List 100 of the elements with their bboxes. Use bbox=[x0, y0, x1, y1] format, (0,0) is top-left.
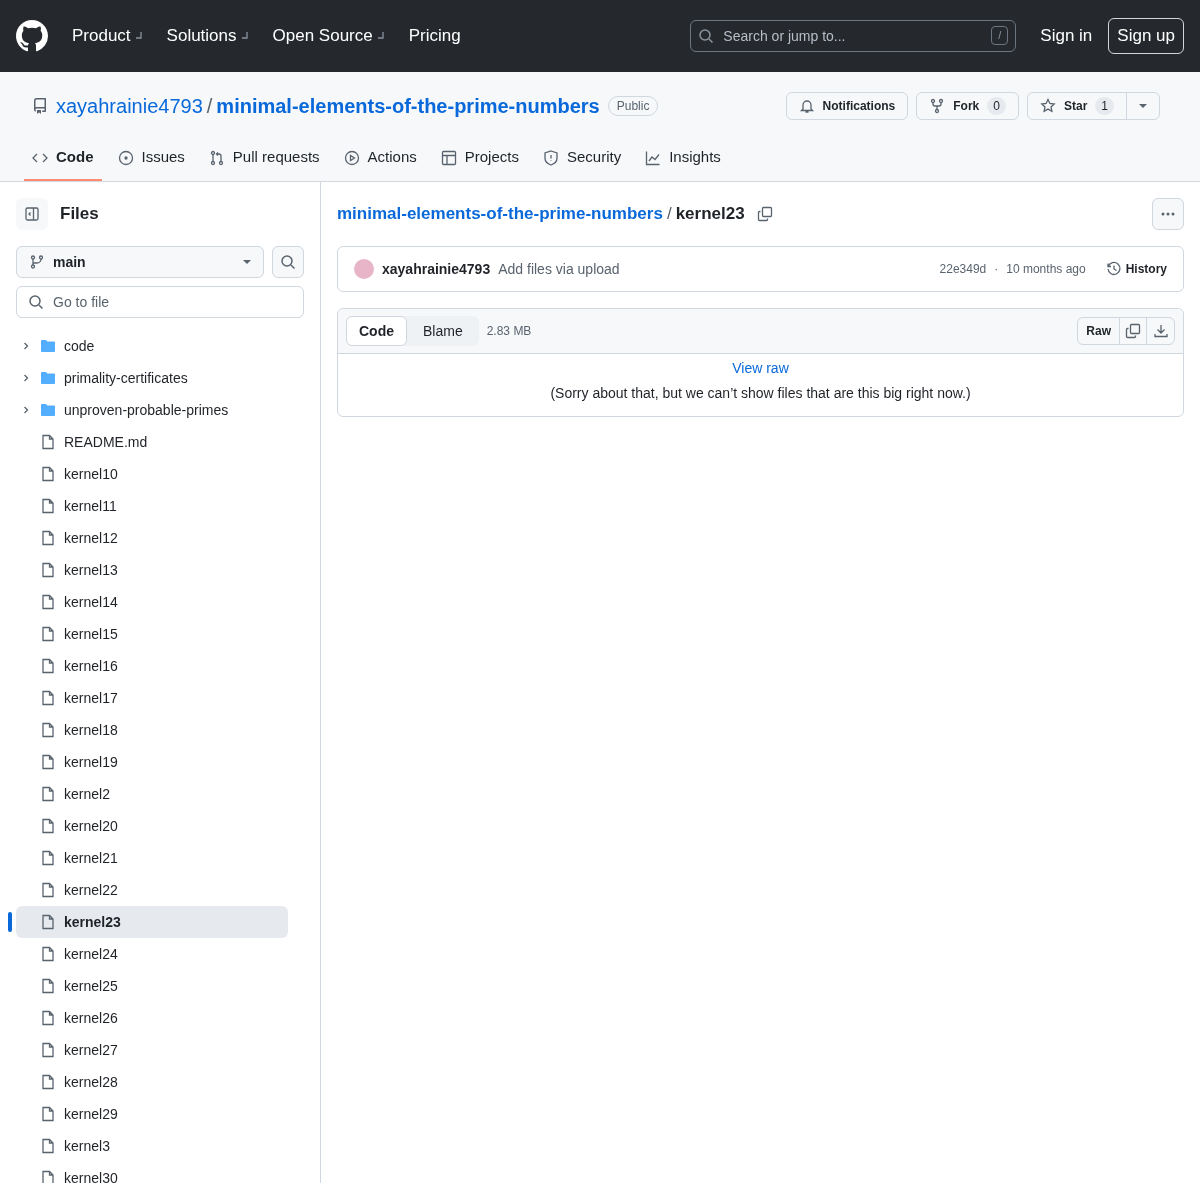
view-tab[interactable]: Blame bbox=[407, 316, 479, 346]
sidebar-icon bbox=[24, 206, 40, 222]
file-icon bbox=[40, 978, 56, 994]
file-icon bbox=[40, 882, 56, 898]
file-item[interactable]: kernel22 bbox=[16, 874, 288, 906]
copy-icon bbox=[1125, 323, 1141, 339]
github-logo-icon[interactable] bbox=[16, 20, 48, 52]
sign-up-button[interactable]: Sign up bbox=[1108, 18, 1184, 54]
folder-icon bbox=[40, 338, 56, 354]
file-icon bbox=[40, 1106, 56, 1122]
file-item[interactable]: kernel18 bbox=[16, 714, 288, 746]
issue-icon bbox=[117, 149, 134, 166]
file-item[interactable]: README.md bbox=[16, 426, 288, 458]
repo-tab[interactable]: Pull requests bbox=[200, 136, 328, 181]
file-item[interactable]: kernel13 bbox=[16, 554, 288, 586]
file-icon bbox=[40, 1170, 56, 1183]
nav-menu-item[interactable]: Product bbox=[72, 23, 143, 49]
shortcut-key: / bbox=[991, 26, 1009, 45]
file-icon bbox=[40, 498, 56, 514]
fork-button[interactable]: Fork 0 bbox=[916, 92, 1019, 120]
file-item[interactable]: kernel11 bbox=[16, 490, 288, 522]
caret-icon bbox=[243, 260, 251, 264]
path-separator: / bbox=[666, 203, 672, 226]
file-item[interactable]: kernel14 bbox=[16, 586, 288, 618]
folder-item[interactable]: primality-certificates bbox=[16, 362, 288, 394]
notifications-button[interactable]: Notifications bbox=[785, 92, 909, 120]
file-item[interactable]: kernel23 bbox=[16, 906, 288, 938]
table-icon bbox=[440, 149, 457, 166]
file-item[interactable]: kernel17 bbox=[16, 682, 288, 714]
file-item[interactable]: kernel19 bbox=[16, 746, 288, 778]
graph-icon bbox=[645, 149, 662, 166]
file-icon bbox=[40, 1042, 56, 1058]
file-icon bbox=[40, 850, 56, 866]
commit-sha-link[interactable]: 22e349d bbox=[939, 260, 987, 278]
breadcrumb-repo-link[interactable]: minimal-elements-of-the-prime-numbers bbox=[337, 201, 663, 227]
file-item[interactable]: kernel28 bbox=[16, 1066, 288, 1098]
shield-icon bbox=[542, 149, 559, 166]
file-name: kernel23 bbox=[675, 203, 745, 226]
file-item[interactable]: kernel25 bbox=[16, 970, 288, 1002]
file-size: 2.83 MB bbox=[486, 323, 532, 340]
view-raw-link[interactable]: View raw bbox=[732, 358, 789, 379]
commit-message-link[interactable]: Add files via upload bbox=[498, 258, 620, 280]
file-icon bbox=[40, 786, 56, 802]
branch-selector[interactable]: main bbox=[16, 246, 264, 278]
file-item[interactable]: kernel26 bbox=[16, 1002, 288, 1034]
file-item[interactable]: kernel15 bbox=[16, 618, 288, 650]
file-icon bbox=[40, 946, 56, 962]
file-item[interactable]: kernel16 bbox=[16, 650, 288, 682]
repo-tab[interactable]: Issues bbox=[109, 136, 193, 181]
file-item[interactable]: kernel2 bbox=[16, 778, 288, 810]
history-button[interactable]: History bbox=[1105, 260, 1167, 278]
file-icon bbox=[40, 658, 56, 674]
file-item[interactable]: kernel29 bbox=[16, 1098, 288, 1130]
file-item[interactable]: kernel10 bbox=[16, 458, 288, 490]
star-icon bbox=[1039, 98, 1056, 114]
view-tab[interactable]: Code bbox=[346, 316, 407, 346]
separator-dot: · bbox=[994, 261, 999, 278]
file-item[interactable]: kernel21 bbox=[16, 842, 288, 874]
collapse-sidebar-button[interactable] bbox=[16, 198, 48, 230]
path-separator: / bbox=[206, 94, 213, 119]
nav-menu-item[interactable]: Solutions bbox=[166, 23, 249, 49]
file-item[interactable]: kernel12 bbox=[16, 522, 288, 554]
owner-link[interactable]: xayahrainie4793 bbox=[56, 91, 203, 121]
nav-menu-item[interactable]: Pricing bbox=[408, 23, 461, 49]
nav-menu-item[interactable]: Open Source bbox=[272, 23, 385, 49]
repo-tab[interactable]: Actions bbox=[335, 136, 425, 181]
search-icon bbox=[28, 294, 44, 310]
more-icon bbox=[1161, 212, 1175, 216]
search-icon bbox=[280, 254, 296, 270]
repo-icon bbox=[32, 98, 48, 114]
file-item[interactable]: kernel27 bbox=[16, 1034, 288, 1066]
go-to-file-field[interactable]: Go to file bbox=[16, 286, 304, 318]
avatar bbox=[354, 259, 374, 279]
file-item[interactable]: kernel20 bbox=[16, 810, 288, 842]
file-item[interactable]: kernel24 bbox=[16, 938, 288, 970]
file-item[interactable]: kernel3 bbox=[16, 1130, 288, 1162]
file-item[interactable]: kernel30 bbox=[16, 1162, 288, 1183]
sign-in-link[interactable]: Sign in bbox=[1040, 23, 1093, 49]
folder-item[interactable]: code bbox=[16, 330, 288, 362]
search-icon bbox=[698, 28, 715, 44]
commit-time: 10 months ago bbox=[1006, 261, 1086, 278]
search-button[interactable] bbox=[272, 246, 304, 278]
caret-icon bbox=[1139, 104, 1147, 108]
copy-icon bbox=[756, 206, 773, 222]
folder-icon bbox=[40, 370, 56, 386]
repo-tab[interactable]: Code bbox=[24, 136, 102, 181]
folder-icon bbox=[40, 402, 56, 418]
repo-tab[interactable]: Projects bbox=[432, 136, 527, 181]
file-icon bbox=[40, 754, 56, 770]
repo-name-link[interactable]: minimal-elements-of-the-prime-numbers bbox=[216, 91, 600, 121]
repo-tab[interactable]: Insights bbox=[637, 136, 729, 181]
file-icon bbox=[40, 914, 56, 930]
file-icon bbox=[40, 530, 56, 546]
branch-icon bbox=[29, 254, 45, 270]
folder-item[interactable]: unproven-probable-primes bbox=[16, 394, 288, 426]
repo-tab[interactable]: Security bbox=[534, 136, 630, 181]
copy-path-button[interactable] bbox=[756, 206, 773, 222]
commit-author-link[interactable]: xayahrainie4793 bbox=[382, 258, 491, 280]
play-icon bbox=[343, 149, 360, 166]
sidebar-title: Files bbox=[60, 203, 99, 226]
